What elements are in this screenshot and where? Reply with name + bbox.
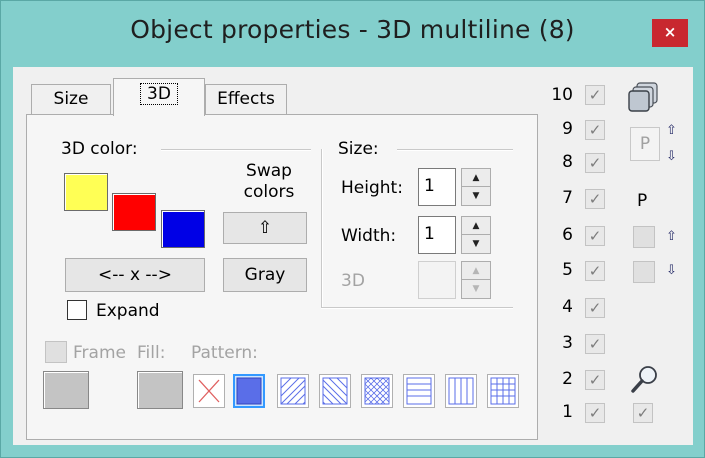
threed-input[interactable]: [418, 261, 456, 299]
swap-colors-button[interactable]: ⇧: [223, 212, 307, 244]
color-swatch-red[interactable]: [112, 193, 156, 231]
swap-arrows-button[interactable]: <-- x -->: [65, 258, 205, 292]
color-group-border-top: [161, 149, 311, 151]
pattern-cross-diagonal[interactable]: [361, 374, 393, 408]
height-stepper[interactable]: ▲ ▼: [461, 168, 491, 206]
p-label: P: [637, 191, 648, 211]
move-down-checkbox[interactable]: [633, 261, 655, 283]
size-group-border-top: [397, 149, 513, 151]
size-group-border-left: [321, 149, 323, 307]
height-stepper-down[interactable]: ▼: [462, 187, 490, 205]
tab-effects[interactable]: Effects: [205, 84, 287, 114]
threed-stepper-up[interactable]: ▲: [462, 262, 490, 280]
tab-size-label: Size: [53, 89, 89, 109]
tab-size[interactable]: Size: [31, 84, 111, 114]
frame-label: Frame: [73, 343, 126, 363]
swap-colors-label-line2: colors: [243, 182, 295, 202]
layer-number-9: 9: [562, 119, 573, 139]
arrow-down-icon[interactable]: ⇩: [666, 149, 677, 164]
arrow-up-icon[interactable]: ⇧: [666, 229, 677, 244]
size-group-border-bottom: [321, 307, 513, 309]
height-input[interactable]: 1: [418, 168, 456, 206]
tab-effects-label: Effects: [217, 89, 275, 109]
p-button[interactable]: P: [630, 127, 660, 161]
layer-checkbox-8[interactable]: ✓: [585, 153, 605, 173]
width-label: Width:: [341, 226, 397, 246]
layer-checkbox-1[interactable]: ✓: [585, 403, 605, 423]
size-section-label: Size:: [338, 139, 379, 159]
pattern-grid[interactable]: [487, 374, 519, 408]
layer-checkbox-7[interactable]: ✓: [585, 189, 605, 209]
arrow-up-icon[interactable]: ⇧: [666, 123, 677, 138]
layer-number-7: 7: [562, 188, 573, 208]
layer-number-2: 2: [562, 369, 573, 389]
layer-checkbox-5[interactable]: ✓: [585, 261, 605, 281]
layer-checkbox-3[interactable]: ✓: [585, 334, 605, 354]
pattern-diagonal-forward[interactable]: [277, 374, 309, 408]
layer-checkbox-2[interactable]: ✓: [585, 370, 605, 390]
color-swatch-blue[interactable]: [161, 210, 205, 248]
layer-checkbox-9[interactable]: ✓: [585, 120, 605, 140]
width-input[interactable]: 1: [418, 216, 456, 254]
width-stepper-down[interactable]: ▼: [462, 235, 490, 253]
frame-color-swatch[interactable]: [43, 371, 89, 409]
layer-number-5: 5: [562, 260, 573, 280]
window-title: Object properties - 3D multiline (8): [130, 15, 575, 44]
tab-3d-label: 3D: [140, 83, 178, 105]
layer-number-8: 8: [562, 152, 573, 172]
tab-3d[interactable]: 3D: [113, 78, 205, 116]
layers-icon[interactable]: [626, 80, 660, 118]
close-button[interactable]: ×: [652, 19, 688, 47]
threed-stepper[interactable]: ▲ ▼: [461, 261, 491, 299]
layer-checkbox-6[interactable]: ✓: [585, 226, 605, 246]
layer-number-3: 3: [562, 333, 573, 353]
color-section-label: 3D color:: [61, 139, 138, 159]
layer-checkbox-10[interactable]: ✓: [585, 85, 605, 105]
layer-checkbox-4[interactable]: ✓: [585, 298, 605, 318]
move-up-checkbox[interactable]: [633, 226, 655, 248]
magnifier-icon[interactable]: [629, 363, 661, 399]
width-stepper-up[interactable]: ▲: [462, 217, 490, 235]
title-bar[interactable]: Object properties - 3D multiline (8) ×: [1, 1, 704, 67]
pattern-solid[interactable]: [233, 374, 265, 408]
height-stepper-up[interactable]: ▲: [462, 169, 490, 187]
pattern-none[interactable]: [193, 374, 225, 408]
gray-button[interactable]: Gray: [223, 258, 307, 292]
pattern-label: Pattern:: [191, 343, 258, 363]
color-swatch-yellow[interactable]: [64, 173, 108, 211]
arrow-down-icon[interactable]: ⇩: [666, 263, 677, 278]
magnifier-checkbox[interactable]: ✓: [633, 403, 653, 423]
expand-label: Expand: [96, 301, 160, 321]
fill-color-swatch[interactable]: [137, 371, 183, 409]
frame-checkbox[interactable]: [45, 341, 67, 363]
swap-colors-label-line1: Swap: [246, 161, 292, 181]
pattern-horizontal[interactable]: [403, 374, 435, 408]
height-label: Height:: [341, 178, 403, 198]
expand-checkbox[interactable]: [67, 300, 87, 320]
pattern-diagonal-back[interactable]: [319, 374, 351, 408]
fill-label: Fill:: [137, 343, 166, 363]
threed-label: 3D: [341, 271, 365, 291]
threed-stepper-down[interactable]: ▼: [462, 280, 490, 298]
layer-number-10: 10: [551, 85, 573, 105]
layer-number-4: 4: [562, 297, 573, 317]
layer-number-1: 1: [562, 402, 573, 422]
object-properties-window: Object properties - 3D multiline (8) × S…: [0, 0, 705, 458]
pattern-vertical[interactable]: [445, 374, 477, 408]
width-stepper[interactable]: ▲ ▼: [461, 216, 491, 254]
layer-number-6: 6: [562, 225, 573, 245]
